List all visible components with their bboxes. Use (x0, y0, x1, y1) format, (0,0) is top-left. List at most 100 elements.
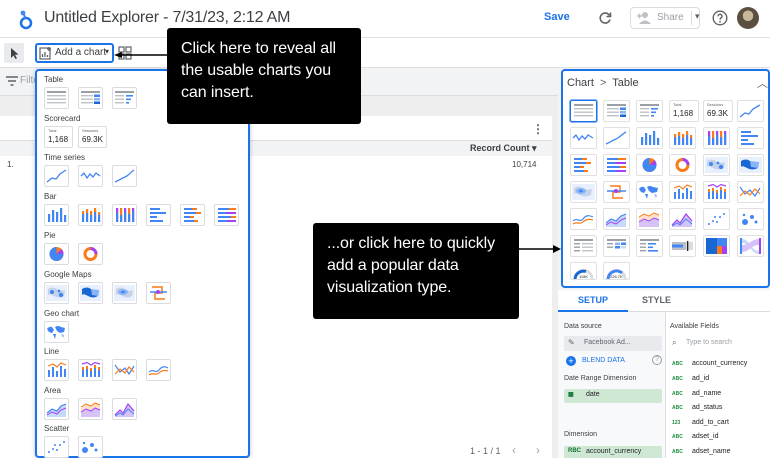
line-map-icon[interactable] (146, 282, 171, 304)
picker-gauge-icon[interactable]: 115K (570, 262, 597, 280)
tab-setup[interactable]: SETUP (578, 295, 608, 305)
share-dropdown-icon[interactable]: ▾ (691, 11, 700, 25)
geo-chart-icon[interactable] (44, 321, 69, 343)
table-heatmap-icon[interactable] (78, 87, 103, 109)
field-item[interactable]: 123 add_to_cart (672, 418, 770, 430)
picker-heatmap-map-icon[interactable] (570, 181, 597, 203)
looker-studio-logo-icon[interactable] (18, 8, 34, 30)
sparkline-icon[interactable] (78, 165, 103, 187)
picker-table-icon[interactable] (570, 100, 597, 122)
column-chart-icon[interactable] (44, 204, 69, 226)
breadcrumb-chart[interactable]: Chart (567, 77, 594, 89)
bar-chart-icon[interactable] (146, 204, 171, 226)
picker-combo-chart-icon[interactable] (669, 181, 696, 203)
blend-data-row[interactable]: + BLEND DATA ? (566, 355, 664, 369)
line-chart-icon[interactable] (112, 359, 137, 381)
field-item[interactable]: ABC ad_id (672, 374, 770, 386)
picker-bubble-map-icon[interactable] (703, 154, 730, 176)
area-chart-icon[interactable] (44, 398, 69, 420)
add-chart-button[interactable]: Add a chart ▾ (35, 43, 114, 63)
picker-sparkline-icon[interactable] (570, 127, 597, 149)
picker-column-chart-icon[interactable] (636, 127, 663, 149)
table-icon[interactable] (44, 87, 69, 109)
smoothed-line-icon[interactable] (146, 359, 171, 381)
100-stacked-bar-icon[interactable] (214, 204, 239, 226)
blend-data-link[interactable]: BLEND DATA (582, 357, 625, 364)
pie-chart-icon[interactable] (44, 243, 69, 265)
table-column-header[interactable]: Record Count ▾ (470, 143, 537, 154)
field-search[interactable]: ⌕ Type to search (672, 338, 766, 350)
field-item[interactable]: ABC adset_name (672, 447, 770, 458)
picker-pivot-bars-icon[interactable] (636, 235, 663, 257)
refresh-icon[interactable] (597, 10, 613, 26)
picker-pivot-heatmap-icon[interactable] (603, 235, 630, 257)
100-stacked-column-icon[interactable] (112, 204, 137, 226)
stacked-combo-icon[interactable] (78, 359, 103, 381)
combo-chart-icon[interactable] (44, 359, 69, 381)
picker-100-stacked-bar-icon[interactable] (603, 154, 630, 176)
100-stacked-area-icon[interactable] (112, 398, 137, 420)
picker-sankey-icon[interactable] (737, 235, 764, 257)
heatmap-map-icon[interactable] (112, 282, 137, 304)
picker-bullet-chart-icon[interactable] (669, 235, 696, 257)
picker-area-chart-icon[interactable] (603, 208, 630, 230)
date-range-chip[interactable]: ▦ date (564, 389, 662, 403)
picker-smoothed-line-icon[interactable] (570, 208, 597, 230)
edit-pencil-icon[interactable]: ✎ (568, 338, 575, 347)
field-item[interactable]: ABC ad_name (672, 389, 770, 401)
report-title[interactable]: Untitled Explorer - 7/31/23, 2:12 AM (44, 9, 290, 27)
chevron-up-icon[interactable]: ︿ (757, 75, 768, 91)
help-icon[interactable] (712, 10, 728, 26)
avatar[interactable] (737, 7, 759, 29)
dimension-chip[interactable]: RBC account_currency (564, 446, 662, 458)
bubble-map-icon[interactable] (44, 282, 69, 304)
stacked-bar-icon[interactable] (180, 204, 205, 226)
picker-stacked-bar-icon[interactable] (570, 154, 597, 176)
stacked-column-icon[interactable] (78, 204, 103, 226)
more-vert-icon[interactable]: ⋮ (532, 122, 544, 136)
bubble-chart-icon[interactable] (78, 436, 103, 458)
data-source-chip[interactable]: ✎ Facebook Ad... (564, 336, 662, 351)
scorecard-sessions-icon[interactable]: Sessions 69.3K (78, 126, 107, 148)
stacked-area-icon[interactable] (78, 398, 103, 420)
scatter-chart-icon[interactable] (44, 436, 69, 458)
picker-bar-chart-icon[interactable] (737, 127, 764, 149)
picker-smoothed-time-series-icon[interactable] (603, 127, 630, 149)
picker-scorecard-total-icon[interactable]: Total 1,168 (669, 100, 699, 122)
picker-treemap-icon[interactable] (703, 235, 730, 257)
picker-time-series-icon[interactable] (737, 100, 764, 122)
picker-filled-map-icon[interactable] (737, 154, 764, 176)
select-tool-button[interactable] (4, 43, 24, 63)
field-item[interactable]: ABC account_currency (672, 359, 770, 371)
table-bars-icon[interactable] (112, 87, 137, 109)
picker-donut-chart-icon[interactable] (669, 154, 696, 176)
picker-gauge-range-icon[interactable]: 226.7K (603, 262, 630, 280)
picker-table-heatmap-icon[interactable] (603, 100, 630, 122)
picker-100-stacked-area-icon[interactable] (669, 208, 696, 230)
picker-geo-chart-icon[interactable] (636, 181, 663, 203)
picker-stacked-column-icon[interactable] (669, 127, 696, 149)
tab-style[interactable]: STYLE (642, 295, 671, 305)
picker-line-chart-icon[interactable] (737, 181, 764, 203)
picker-bubble-chart-icon[interactable] (737, 208, 764, 230)
scorecard-total-icon[interactable]: Total 1,168 (44, 126, 73, 148)
picker-pivot-table-icon[interactable] (570, 235, 597, 257)
picker-stacked-combo-icon[interactable] (703, 181, 730, 203)
help-icon[interactable]: ? (652, 355, 662, 365)
filled-map-icon[interactable] (78, 282, 103, 304)
picker-table-bars-icon[interactable] (636, 100, 663, 122)
donut-chart-icon[interactable] (78, 243, 103, 265)
field-item[interactable]: ABC adset_id (672, 432, 770, 444)
smoothed-time-series-icon[interactable] (112, 165, 137, 187)
chevron-right-icon[interactable]: › (536, 443, 540, 457)
time-series-icon[interactable] (44, 165, 69, 187)
picker-100-stacked-column-icon[interactable] (703, 127, 730, 149)
picker-pie-chart-icon[interactable] (636, 154, 663, 176)
picker-scorecard-sessions-icon[interactable]: Sessions 69.3K (703, 100, 733, 122)
share-button[interactable]: Share ▾ (630, 7, 700, 29)
picker-line-map-icon[interactable] (603, 181, 630, 203)
field-item[interactable]: ABC ad_status (672, 403, 770, 415)
save-button[interactable]: Save (544, 11, 570, 23)
picker-scatter-chart-icon[interactable] (703, 208, 730, 230)
chevron-left-icon[interactable]: ‹ (512, 443, 516, 457)
